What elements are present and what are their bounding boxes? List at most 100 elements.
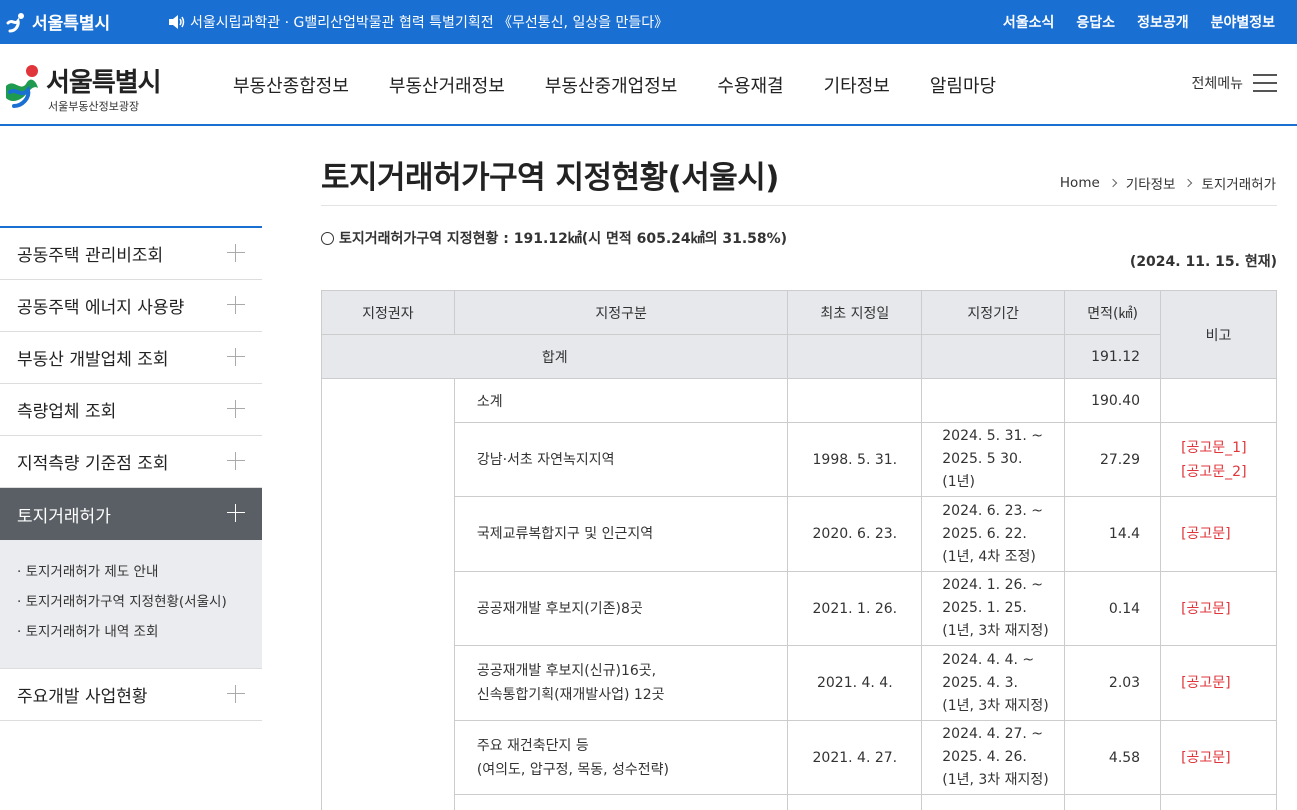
period-line: (1년, 3차 재지정) — [942, 772, 1049, 788]
notice-link[interactable]: [공고문] — [1181, 597, 1276, 621]
top-bar: 서울특별시 서울시립과학관 · G밸리산업박물관 협력 특별기획전 《무선통신,… — [0, 0, 1297, 44]
column-header: 면적(㎢) — [1064, 290, 1162, 335]
sidebar-item-apartment-energy[interactable]: 공동주택 에너지 사용량 — [0, 280, 262, 332]
remarks: [공고문] — [1160, 720, 1277, 795]
sidebar-item-apartment-fees[interactable]: 공동주택 관리비조회 — [0, 228, 262, 280]
table-cell — [921, 334, 1066, 379]
period-line: 2024. 1. 26. ~ — [942, 577, 1044, 593]
sidebar-item-label: 공동주택 관리비조회 — [17, 246, 164, 266]
sidebar-item-survey-points[interactable]: 지적측량 기준점 조회 — [0, 436, 262, 488]
period-line: 2025. 1. 25. — [942, 600, 1027, 616]
nav-real-estate-info[interactable]: 부동산종합정보 — [233, 72, 349, 98]
zone-name: 주요 재건축단지 등 (여의도, 압구정, 목동, 성수전략) — [453, 720, 789, 795]
period-line: 2025. 4. 26. — [942, 749, 1027, 765]
first-designation-date: 1998. 5. 31. — [787, 422, 923, 497]
total-area: 191.12 — [1064, 334, 1162, 379]
zone-name-line: (여의도, 압구정, 목동, 성수전략) — [476, 761, 669, 778]
period-line: (1년, 3차 재지정) — [942, 697, 1049, 714]
table-cell — [321, 378, 455, 810]
top-link-seoul-news[interactable]: 서울소식 — [1003, 12, 1055, 32]
plus-icon — [227, 685, 245, 703]
first-designation-date: 2021. 4. 27. — [787, 720, 923, 795]
zone-name: 강남·서초 자연녹지지역 — [453, 422, 789, 497]
top-link-field-info[interactable]: 분야별정보 — [1211, 12, 1275, 32]
zone-name: 국제교류복합지구 및 인근지역 — [453, 496, 789, 572]
zone-area: 2.03 — [1064, 645, 1162, 721]
zone-name-line: 공공재개발 후보지(기존)8곳 — [476, 600, 643, 617]
period-line: 2024. 4. 4. ~ — [942, 651, 1035, 668]
sidebar-item-label: 지적측량 기준점 조회 — [17, 454, 169, 474]
sidebar-item-label: 공동주택 에너지 사용량 — [17, 298, 185, 318]
period-line: 2024. 6. 23. ~ — [942, 502, 1044, 519]
first-designation-date: 2020. 6. 23. — [787, 496, 923, 572]
nav-transaction-info[interactable]: 부동산거래정보 — [389, 72, 505, 98]
top-link-info-disclosure[interactable]: 정보공개 — [1137, 12, 1189, 32]
all-menu-button[interactable]: 전체메뉴 — [1191, 73, 1277, 93]
zone-table: 지정권자 지정구분 최초 지정일 지정기간 면적(㎢) 비고 합계 191.12… — [320, 290, 1277, 810]
total-label: 합계 — [320, 334, 789, 379]
seoul-logo-link[interactable]: 서울특별시 — [6, 9, 110, 34]
table-row: 2024. 1. 2. ~ — [322, 794, 1277, 810]
remarks: [공고문] — [1160, 496, 1277, 572]
site-logo[interactable]: 서울특별시 서울부동산정보광장 — [0, 60, 180, 116]
sidebar-item-developers[interactable]: 부동산 개발업체 조회 — [0, 332, 262, 384]
zone-name-line: 강남·서초 자연녹지지역 — [476, 451, 615, 468]
nav-other-info[interactable]: 기타정보 — [824, 72, 890, 98]
first-designation-date: 2021. 4. 4. — [787, 645, 923, 721]
top-link-eungdapso[interactable]: 응답소 — [1076, 12, 1115, 32]
notice-banner[interactable]: 서울시립과학관 · G밸리산업박물관 협력 특별기획전 《무선통신, 일상을 만… — [168, 12, 668, 32]
breadcrumb-other-info[interactable]: 기타정보 — [1126, 173, 1176, 193]
zone-name-line: 신속통합기획(재개발사업) 12곳 — [476, 687, 665, 703]
main-nav: 부동산종합정보 부동산거래정보 부동산중개업정보 수용재결 기타정보 알림마당 — [233, 72, 1036, 98]
period-line: 2024. 5. 31. ~ — [942, 428, 1044, 444]
zone-name-line: 공공재개발 후보지(신규)16곳, — [476, 663, 657, 679]
sidebar-item-surveyors[interactable]: 측량업체 조회 — [0, 384, 262, 436]
submenu-permit-zones[interactable]: · 토지거래허가구역 지정현황(서울시) — [17, 590, 262, 620]
speaker-icon — [169, 15, 185, 29]
subtotal-area: 190.40 — [1064, 378, 1162, 423]
table-cell — [1160, 378, 1277, 423]
subtotal-label: 소계 — [453, 378, 789, 423]
sidebar-item-land-permit[interactable]: 토지거래허가 — [0, 488, 262, 540]
table-row: 국제교류복합지구 및 인근지역 2020. 6. 23. 2024. 6. 23. … — [322, 496, 1277, 572]
zone-area — [1064, 794, 1162, 810]
first-designation-date: 2021. 1. 26. — [787, 571, 923, 646]
sidebar-item-major-projects[interactable]: 주요개발 사업현황 — [0, 669, 262, 721]
remarks — [1160, 794, 1277, 810]
notice-link[interactable]: [공고문] — [1181, 671, 1276, 695]
breadcrumb-land-permit[interactable]: 토지거래허가 — [1201, 173, 1276, 193]
plus-icon — [227, 244, 245, 262]
notice-link[interactable]: [공고문] — [1181, 522, 1276, 546]
nav-notices[interactable]: 알림마당 — [930, 72, 996, 98]
seoul-emblem-icon — [6, 65, 38, 108]
total-row: 합계 191.12 — [320, 334, 1277, 379]
zone-area: 4.58 — [1064, 720, 1162, 795]
notice-link[interactable]: [공고문_2] — [1181, 460, 1276, 484]
chevron-right-icon — [1108, 178, 1118, 188]
breadcrumb-home[interactable]: Home — [1060, 175, 1100, 191]
plus-icon — [227, 296, 245, 314]
zone-area: 27.29 — [1064, 422, 1162, 497]
notice-link[interactable]: [공고문] — [1181, 746, 1276, 770]
notice-link[interactable]: [공고문_1] — [1181, 436, 1276, 460]
page-title: 토지거래허가구역 지정현황(서울시) — [321, 160, 779, 196]
submenu-permit-guide[interactable]: · 토지거래허가 제도 안내 — [17, 560, 262, 590]
seoul-logo-text: 서울특별시 — [32, 14, 111, 34]
remarks: [공고문] — [1160, 571, 1277, 646]
chevron-right-icon — [1184, 178, 1193, 188]
submenu-permit-history[interactable]: · 토지거래허가 내역 조회 — [17, 620, 262, 650]
plus-icon — [227, 400, 245, 418]
nav-brokerage-info[interactable]: 부동산중개업정보 — [545, 72, 677, 98]
table-cell — [921, 378, 1066, 423]
breadcrumb: Home 기타정보 토지거래허가 — [1060, 173, 1276, 193]
period-line: 2025. 5 30. — [942, 451, 1023, 467]
period-line: 2025. 4. 3. — [942, 674, 1018, 691]
site-header: 서울특별시 서울부동산정보광장 부동산종합정보 부동산거래정보 부동산중개업정보… — [0, 44, 1297, 126]
nav-expropriation[interactable]: 수용재결 — [717, 72, 783, 98]
hamburger-icon — [1253, 74, 1277, 92]
top-links: 서울소식 응답소 정보공개 분야별정보 — [1003, 12, 1275, 32]
zone-area: 0.14 — [1064, 571, 1162, 646]
first-designation-date — [787, 794, 923, 810]
plus-icon — [227, 348, 245, 366]
title-divider — [321, 205, 1277, 206]
